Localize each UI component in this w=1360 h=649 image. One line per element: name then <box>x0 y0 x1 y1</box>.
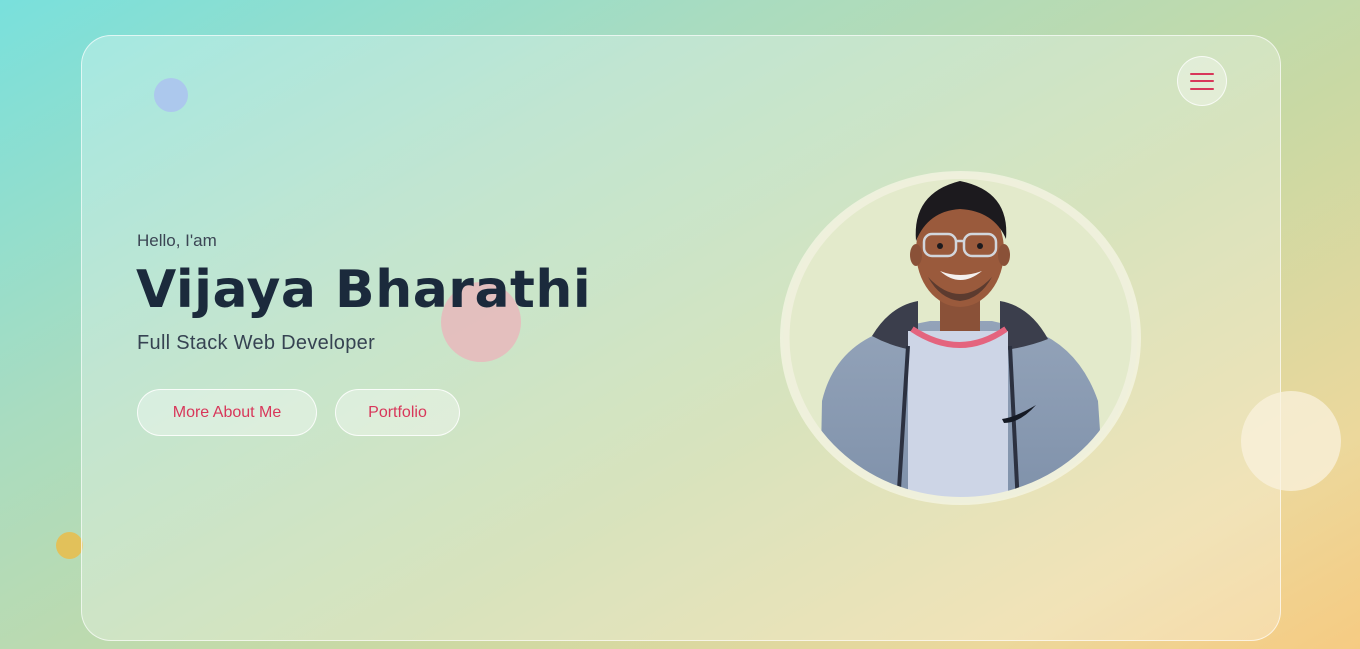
hero-role: Full Stack Web Developer <box>137 332 376 354</box>
menu-button[interactable] <box>1177 56 1227 106</box>
hero-greeting: Hello, I'am <box>137 231 217 250</box>
decorative-bubble-cream <box>1241 391 1341 491</box>
hamburger-menu-icon <box>1190 72 1214 90</box>
hero-name: Vijaya Bharathi <box>136 260 592 320</box>
profile-photo <box>780 171 1141 505</box>
portfolio-button[interactable]: Portfolio <box>335 389 460 436</box>
decorative-bubble-yellow <box>56 532 83 559</box>
more-about-me-button[interactable]: More About Me <box>137 389 317 436</box>
hero-card: Hello, I'am Vijaya Bharathi Full Stack W… <box>81 35 1281 641</box>
